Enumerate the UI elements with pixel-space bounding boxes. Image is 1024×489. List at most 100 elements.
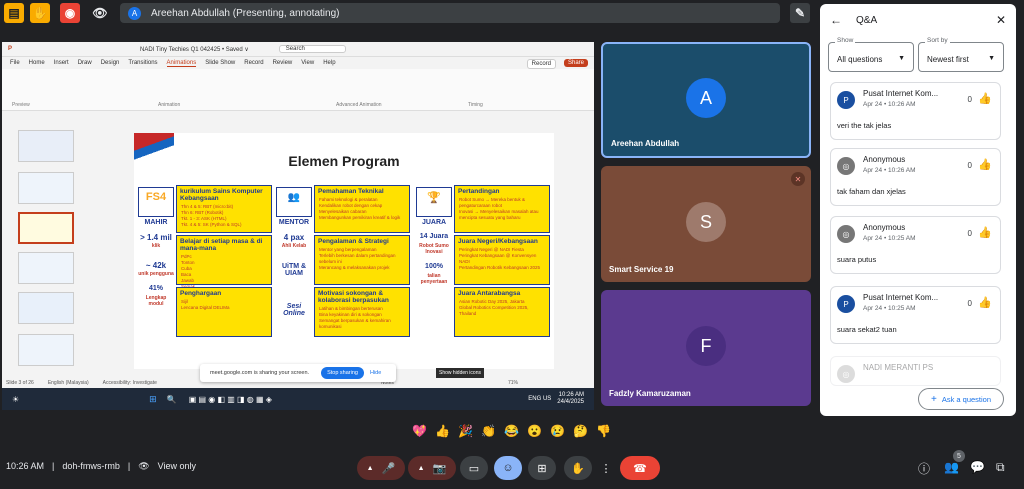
participant-tile-smart-service[interactable]: S Smart Service 19 ✕ [601, 166, 811, 282]
reaction-emoji[interactable]: 👎 [594, 424, 613, 444]
thumbs-up-icon[interactable]: 👍 [978, 92, 992, 105]
sort-select[interactable]: Sort by Newest first ▼ [918, 37, 1004, 72]
raise-hand-button[interactable]: ✋ [564, 456, 592, 480]
captions-icon[interactable]: ▤ [4, 3, 24, 23]
box-pengalaman: Pengalaman & Strategi Mentor yang berpen… [314, 235, 410, 285]
ppt-menu-item[interactable]: Help [323, 60, 335, 66]
reaction-emoji[interactable]: 💖 [410, 424, 429, 444]
ppt-titlebar: P NADI Tiny Techies Q1 042425 • Saved ∨ … [2, 42, 594, 57]
question-date: Apr 24 • 10:25 AM [863, 235, 916, 242]
ribbon-group-preview: Preview [12, 102, 30, 108]
ask-question-button[interactable]: + Ask a question [918, 388, 1004, 410]
box-pertandingan-title: Pertandingan [458, 188, 500, 195]
app-icons[interactable]: ▣ ▤ ◉ ◧ ▥ ◨ ◍ ▦ ◈ [189, 395, 272, 404]
ppt-search[interactable]: Search [278, 45, 346, 53]
leave-call-button[interactable]: ☎ [620, 456, 660, 480]
shared-screen: P NADI Tiny Techies Q1 042425 • Saved ∨ … [2, 42, 594, 410]
ppt-menu-item[interactable]: Slide Show [205, 60, 235, 66]
reaction-emoji[interactable]: 👍 [433, 424, 452, 444]
thumbnail-6[interactable] [18, 334, 74, 366]
ppt-menu-item[interactable]: File [10, 60, 20, 66]
present-button[interactable]: ⊞ [528, 456, 556, 480]
close-icon[interactable]: ✕ [996, 13, 1006, 27]
reaction-emoji[interactable]: 👏 [479, 424, 498, 444]
back-arrow-icon[interactable]: ← [830, 13, 842, 27]
box-line: Membangunkan pemikiran kreatif & logik [319, 215, 401, 220]
reaction-emoji[interactable]: 😢 [548, 424, 567, 444]
camera-off-icon: 📷 [432, 462, 447, 475]
thumbnail-4[interactable] [18, 252, 74, 284]
chat-icon[interactable]: 💬 [970, 460, 985, 474]
question-avatar: ◎ [837, 157, 855, 175]
status-zoom[interactable]: 71% [508, 380, 518, 388]
people-icon[interactable]: 👥 [944, 460, 959, 474]
thumbnail-2[interactable] [18, 172, 74, 204]
ppt-menu-item[interactable]: Transitions [128, 60, 157, 66]
ppt-menu-item[interactable]: Review [273, 60, 293, 66]
info-icon[interactable]: ⓘ [918, 460, 930, 477]
search-icon[interactable]: 🔍 [167, 395, 177, 404]
tray-clock[interactable]: 10:26 AM 24/4/2025 [557, 392, 584, 406]
stop-sharing-button[interactable]: Stop sharing [321, 367, 364, 379]
box-teknikal: Pemahaman Teknikal Fahami teknologi & pe… [314, 185, 410, 233]
reaction-emoji[interactable]: 🤔 [571, 424, 590, 444]
mic-off-icon: 🎤 [381, 462, 396, 475]
ppt-menu-item[interactable]: Draw [78, 60, 92, 66]
upvote-count: 0 [967, 95, 972, 104]
tray-time: 10:26 AM [558, 392, 584, 398]
chevron-up-icon: ▲ [417, 464, 425, 472]
people-icon: 👥 [287, 192, 301, 203]
tray-lang[interactable]: ENG US [528, 396, 551, 402]
box-line: Peringkat Kebangsaan @ Konvensyen NADI [459, 253, 537, 264]
ppt-menu-item[interactable]: Record [244, 60, 263, 66]
ribbon-group-animation: Animation [158, 102, 181, 108]
thumbnail-1[interactable] [18, 130, 74, 162]
reaction-emoji[interactable]: 😂 [502, 424, 521, 444]
participant-avatar: F [686, 326, 726, 366]
reaction-emoji[interactable]: 😮 [525, 424, 544, 444]
thumbnail-3[interactable] [18, 212, 74, 244]
juara-stat-label: Robot Sumo Inovasi [419, 243, 449, 255]
mentor-label: MENTOR [278, 219, 310, 226]
record-button[interactable]: Record [526, 59, 556, 69]
hide-button[interactable]: Hide [370, 370, 381, 376]
thumbnail-5[interactable] [18, 292, 74, 324]
camera-button[interactable]: ▲ 📷 [408, 456, 456, 480]
show-select[interactable]: Show All questions ▼ [828, 37, 914, 72]
ppt-menu-item[interactable]: Animations [166, 60, 197, 67]
slide-thumbnails [2, 126, 82, 386]
share-button[interactable]: Share [563, 59, 588, 67]
thumbs-up-icon[interactable]: 👍 [978, 158, 992, 171]
eye-icon[interactable]: 👁 [90, 3, 110, 23]
annotate-icon[interactable]: ✎ [790, 3, 810, 23]
participant-tile-areehan[interactable]: A Areehan Abdullah [601, 42, 811, 158]
ppt-menu-item[interactable]: Insert [54, 60, 69, 66]
weather-icon[interactable]: ☀ [12, 395, 19, 404]
qa-title: Q&A [856, 14, 878, 26]
emoji-icon: ☺ [502, 462, 514, 474]
ppt-menu-item[interactable]: Home [29, 60, 45, 66]
ppt-menu-item[interactable]: Design [101, 60, 120, 66]
windows-start-icon[interactable]: ⊞ [149, 394, 157, 405]
people-count-badge: 5 [953, 450, 965, 462]
mic-button[interactable]: ▲ 🎤 [357, 456, 405, 480]
question-date: Apr 24 • 10:25 AM [863, 305, 916, 312]
mahir-label: MAHIR [144, 219, 168, 226]
captions-button[interactable]: ▭ [460, 456, 488, 480]
more-options-button[interactable]: ⋮ [598, 456, 614, 480]
question-card: ◎ Anonymous Apr 24 • 10:26 AM tak faham … [830, 148, 1001, 206]
activities-icon[interactable]: ⧉ [996, 460, 1005, 475]
thumbs-up-icon[interactable]: 👍 [978, 296, 992, 309]
participant-tile-fadzly[interactable]: F Fadzly Kamaruzaman [601, 290, 811, 406]
windows-taskbar: ☀ ⊞ 🔍 ▣ ▤ ◉ ◧ ▥ ◨ ◍ ▦ ◈ ENG US 10:26 AM … [2, 388, 594, 410]
record-icon[interactable]: ◉ [60, 3, 80, 23]
juara-label: JUARA [421, 219, 447, 226]
ppt-menu-item[interactable]: View [301, 60, 314, 66]
status-accessibility[interactable]: Accessibility: Investigate [103, 380, 157, 388]
box-pertandingan: Pertandingan Robot Sumo → Mereka bentuk … [454, 185, 550, 233]
hand-icon[interactable]: ✋ [30, 3, 50, 23]
thumbs-up-icon[interactable]: 👍 [978, 226, 992, 239]
emoji-button[interactable]: ☺ [494, 456, 522, 480]
reaction-emoji[interactable]: 🎉 [456, 424, 475, 444]
show-select-label: Show [835, 37, 856, 44]
